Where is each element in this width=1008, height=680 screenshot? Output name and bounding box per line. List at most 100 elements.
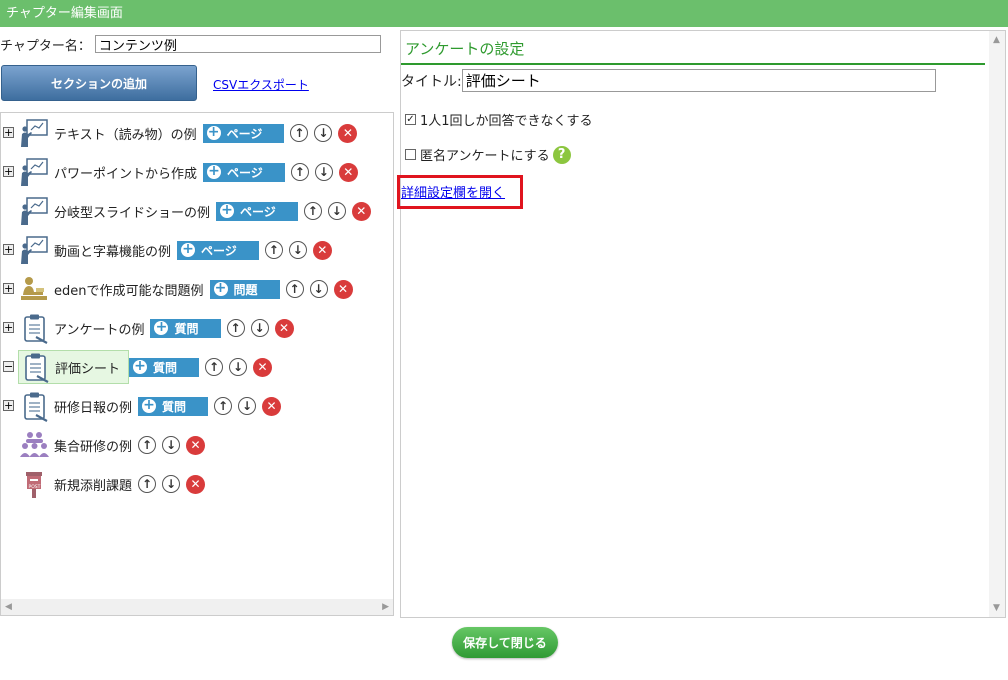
anonymous-checkbox[interactable]	[405, 149, 416, 160]
one-answer-checkbox[interactable]: ✓	[405, 114, 416, 125]
move-down-icon[interactable]: ↓	[288, 241, 307, 259]
tree-node[interactable]: テキスト（読み物）の例	[18, 117, 203, 149]
tree-item-label[interactable]: パワーポイントから作成	[54, 163, 197, 182]
window-title: チャプター編集画面	[6, 6, 123, 21]
survey-title-input[interactable]	[461, 69, 936, 92]
expand-icon[interactable]: +	[3, 283, 14, 294]
add-item-button[interactable]: + ページ	[216, 201, 298, 221]
move-up-icon[interactable]: ↑	[226, 319, 245, 337]
add-item-label: 質問	[174, 321, 199, 336]
tree-item-label[interactable]: テキスト（読み物）の例	[54, 124, 197, 143]
tree-item[interactable]: 集合研修の例 ↑ ↓ ✕	[1, 429, 206, 461]
move-up-icon[interactable]: ↑	[290, 124, 309, 142]
tree-item[interactable]: POST 新規添削課題 ↑ ↓ ✕	[1, 468, 206, 500]
add-item-label: 質問	[153, 360, 178, 375]
delete-icon[interactable]: ✕	[186, 435, 206, 455]
plus-icon: +	[220, 202, 235, 218]
move-down-icon[interactable]: ↓	[314, 163, 333, 181]
delete-icon[interactable]: ✕	[312, 240, 332, 260]
move-up-icon[interactable]: ↑	[138, 475, 157, 493]
move-down-icon[interactable]: ↓	[250, 319, 269, 337]
add-item-button[interactable]: + 質問	[129, 357, 200, 377]
tree-item[interactable]: 分岐型スライドショーの例 + ページ ↑ ↓ ✕	[1, 195, 371, 227]
tree-node[interactable]: 動画と字幕機能の例	[18, 234, 177, 266]
tree-item-label[interactable]: 動画と字幕機能の例	[54, 241, 171, 260]
plus-icon: +	[206, 124, 221, 140]
chapter-name-input[interactable]	[94, 35, 381, 53]
move-up-icon[interactable]: ↑	[214, 397, 233, 415]
tree-node[interactable]: パワーポイントから作成	[18, 156, 203, 188]
scroll-right-icon[interactable]: ▶	[382, 602, 389, 612]
add-item-button[interactable]: + 質問	[150, 318, 221, 338]
move-up-icon[interactable]: ↑	[264, 241, 283, 259]
add-item-button[interactable]: + ページ	[177, 240, 259, 260]
move-down-icon[interactable]: ↓	[162, 436, 181, 454]
tree-node[interactable]: 分岐型スライドショーの例	[18, 195, 216, 227]
move-down-icon[interactable]: ↓	[238, 397, 257, 415]
tree-item[interactable]: + edenで作成可能な問題例 + 問題 ↑ ↓ ✕	[1, 273, 353, 305]
move-up-icon[interactable]: ↑	[290, 163, 309, 181]
scroll-down-icon[interactable]: ▼	[993, 603, 1000, 613]
expand-icon[interactable]: +	[3, 322, 14, 333]
delete-icon[interactable]: ✕	[253, 357, 273, 377]
tree-item[interactable]: + アンケートの例 + 質問 ↑ ↓ ✕	[1, 312, 294, 344]
move-down-icon[interactable]: ↓	[229, 358, 248, 376]
move-up-icon[interactable]: ↑	[285, 280, 304, 298]
delete-icon[interactable]: ✕	[351, 201, 371, 221]
move-down-icon[interactable]: ↓	[314, 124, 333, 142]
scroll-left-icon[interactable]: ◀	[5, 602, 12, 612]
tree-item[interactable]: − 評価シート + 質問 ↑ ↓ ✕	[1, 350, 273, 384]
tree-item[interactable]: + テキスト（読み物）の例 + ページ ↑ ↓ ✕	[1, 117, 358, 149]
tree-item-label[interactable]: 新規添削課題	[54, 475, 132, 494]
collapse-icon[interactable]: −	[3, 361, 14, 372]
tree-node[interactable]: アンケートの例	[18, 312, 150, 344]
add-section-button[interactable]: セクションの追加	[1, 65, 197, 101]
tree-item[interactable]: + パワーポイントから作成 + ページ ↑ ↓ ✕	[1, 156, 358, 188]
chapter-name-label: チャプター名：	[0, 38, 91, 54]
move-down-icon[interactable]: ↓	[162, 475, 181, 493]
add-item-button[interactable]: + 質問	[138, 396, 209, 416]
move-down-icon[interactable]: ↓	[327, 202, 346, 220]
vertical-scrollbar[interactable]: ▲ ▼	[989, 31, 1005, 617]
tree-item-label[interactable]: edenで作成可能な問題例	[54, 280, 204, 299]
add-item-label: ページ	[240, 204, 276, 219]
scroll-up-icon[interactable]: ▲	[993, 35, 1000, 45]
delete-icon[interactable]: ✕	[274, 318, 294, 338]
move-up-icon[interactable]: ↑	[205, 358, 224, 376]
tree-node[interactable]: 評価シート	[18, 350, 130, 384]
move-up-icon[interactable]: ↑	[303, 202, 322, 220]
tree-item-label[interactable]: 分岐型スライドショーの例	[54, 202, 210, 221]
tree-item[interactable]: + 研修日報の例 + 質問 ↑ ↓ ✕	[1, 390, 282, 422]
delete-icon[interactable]: ✕	[333, 279, 353, 299]
tree-node[interactable]: POST 新規添削課題	[18, 468, 138, 500]
tree-item[interactable]: + 動画と字幕機能の例 + ページ ↑ ↓ ✕	[1, 234, 332, 266]
save-and-close-button[interactable]: 保存して閉じる	[452, 627, 558, 658]
move-up-icon[interactable]: ↑	[138, 436, 157, 454]
survey-title-row: タイトル:	[401, 69, 936, 92]
expand-icon[interactable]: +	[3, 166, 14, 177]
expand-icon[interactable]: +	[3, 400, 14, 411]
heading-divider	[401, 63, 985, 65]
csv-export-link[interactable]: CSVエクスポート	[213, 76, 309, 93]
delete-icon[interactable]: ✕	[338, 123, 358, 143]
tree-node[interactable]: 研修日報の例	[18, 390, 138, 422]
tree-node[interactable]: 集合研修の例	[18, 429, 138, 461]
delete-icon[interactable]: ✕	[338, 162, 358, 182]
delete-icon[interactable]: ✕	[186, 474, 206, 494]
horizontal-scrollbar[interactable]: ◀ ▶	[1, 599, 393, 615]
expand-icon[interactable]: +	[3, 127, 14, 138]
add-item-button[interactable]: + ページ	[203, 162, 285, 182]
anonymous-row: 匿名アンケートにする ?	[405, 145, 571, 164]
delete-icon[interactable]: ✕	[262, 396, 282, 416]
move-down-icon[interactable]: ↓	[309, 280, 328, 298]
help-icon[interactable]: ?	[552, 145, 571, 164]
tree-item-label[interactable]: アンケートの例	[54, 319, 144, 338]
expand-icon[interactable]: +	[3, 244, 14, 255]
tree-item-label[interactable]: 研修日報の例	[54, 397, 132, 416]
tree-node[interactable]: edenで作成可能な問題例	[18, 273, 210, 305]
tree-item-label[interactable]: 集合研修の例	[54, 436, 132, 455]
add-item-button[interactable]: + 問題	[209, 279, 280, 299]
add-item-button[interactable]: + ページ	[202, 123, 285, 143]
tree-item-label[interactable]: 評価シート	[55, 358, 120, 377]
advanced-settings-link[interactable]: 詳細設定欄を開く	[401, 182, 505, 201]
